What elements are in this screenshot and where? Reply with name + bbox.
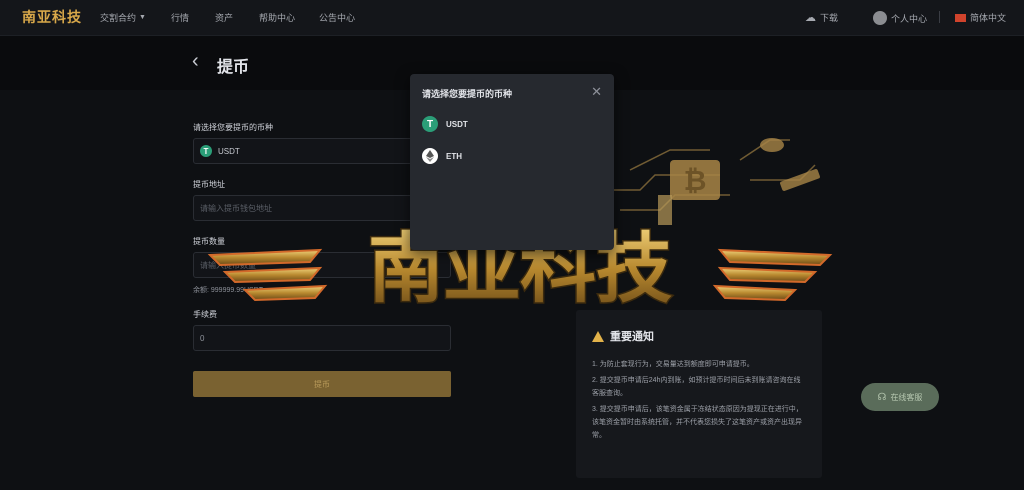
close-icon[interactable]: ✕ [591, 84, 602, 100]
online-support-button[interactable]: ☊ 在线客服 [861, 383, 939, 411]
back-arrow-icon[interactable]: ‹ [192, 50, 199, 73]
coin-option-usdt[interactable]: T USDT [422, 116, 468, 132]
download-link[interactable]: ☁ 下载 [805, 11, 838, 24]
notice-line: 2. 提交提币申请后24h内到账，如预计提币时间后未到账请咨询在线客服查询。 [592, 377, 801, 397]
notice-line: 3. 提交提币申请后，该笔资金属于冻结状态原因为提现正在进行中，该笔资金暂时由系… [592, 406, 803, 439]
coin-select-modal: 请选择您要提币的币种 ✕ T USDT ETH [410, 74, 614, 250]
coin-select-value: USDT [218, 146, 240, 156]
circuit-decoration: ₿ [610, 138, 820, 225]
warning-icon [592, 330, 604, 342]
modal-title: 请选择您要提币的币种 [422, 89, 513, 99]
notice-panel: 重要通知 1. 为防止套现行为，交易量达到额度即可申请提币。 2. 提交提币申请… [576, 310, 822, 478]
amount-input[interactable]: 请输入提币数量 [193, 252, 451, 278]
notice-line: 1. 为防止套现行为，交易量达到额度即可申请提币。 [592, 361, 754, 368]
balance-text: 余额: 999999.99USDT [193, 287, 264, 294]
user-center-link[interactable]: 个人中心 [873, 11, 927, 25]
nav-item-label: 交割合约 [100, 13, 137, 23]
fee-label: 手续费 [193, 310, 217, 319]
address-placeholder: 请输入提币钱包地址 [200, 203, 272, 213]
address-label: 提币地址 [193, 180, 225, 189]
nav-item-assets[interactable]: 资产 [215, 11, 233, 24]
nav-item-contract[interactable]: 交割合约 ▼ [100, 11, 146, 24]
right-wing [712, 248, 833, 302]
fee-input: 0 [193, 325, 451, 351]
amount-label: 提币数量 [193, 237, 225, 246]
amount-placeholder: 请输入提币数量 [200, 260, 256, 270]
headset-icon: ☊ [877, 391, 887, 403]
nav-divider [939, 11, 940, 23]
usdt-icon: T [422, 116, 438, 132]
nav-item-help[interactable]: 帮助中心 [259, 11, 295, 24]
nav-item-market[interactable]: 行情 [171, 11, 189, 24]
fee-value: 0 [200, 333, 205, 343]
cloud-download-icon: ☁ [805, 12, 816, 24]
usdt-icon: T [200, 145, 212, 157]
page-title: 提币 [217, 59, 250, 76]
top-nav: 南亚科技 交割合约 ▼ 行情 资产 帮助中心 公告中心 ☁ 下载 个人中心 简体… [0, 0, 1024, 36]
language-switch[interactable]: 简体中文 [955, 11, 1006, 24]
brand-logo[interactable]: 南亚科技 [22, 7, 82, 27]
withdraw-submit-button[interactable]: 提币 [193, 371, 451, 397]
eth-icon [422, 148, 438, 164]
coin-label: 请选择您要提币的币种 [193, 123, 273, 132]
avatar [873, 11, 887, 25]
coin-option-label: ETH [446, 151, 462, 161]
language-label: 简体中文 [970, 13, 1007, 23]
coin-option-eth[interactable]: ETH [422, 148, 462, 164]
support-label: 在线客服 [890, 392, 923, 402]
user-center-label: 个人中心 [891, 13, 928, 24]
chevron-down-icon: ▼ [139, 14, 146, 21]
svg-text:₿: ₿ [684, 164, 707, 197]
notice-title-text: 重要通知 [610, 331, 654, 343]
bitcoin-block [670, 160, 720, 200]
download-label: 下载 [820, 13, 839, 23]
coin-option-label: USDT [446, 119, 468, 129]
notice-title: 重要通知 [592, 328, 806, 344]
nav-item-announcements[interactable]: 公告中心 [319, 11, 355, 24]
flag-icon [955, 13, 966, 22]
